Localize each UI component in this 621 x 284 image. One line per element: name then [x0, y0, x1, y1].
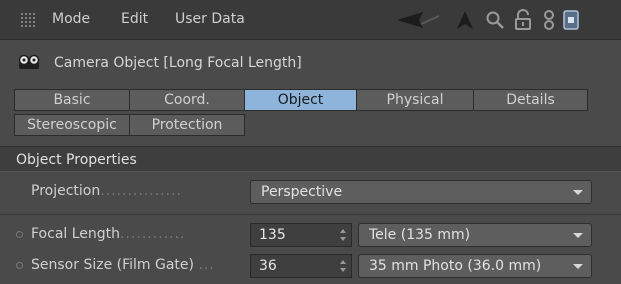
menu-edit[interactable]: Edit	[121, 11, 148, 27]
chevron-down-icon	[573, 190, 583, 195]
stepper-arrows-icon[interactable]	[339, 259, 347, 273]
focal-length-input[interactable]: 135	[250, 223, 352, 247]
projection-label: Projection...............	[31, 183, 182, 199]
focal-length-preset-dropdown[interactable]: Tele (135 mm)	[358, 223, 592, 247]
search-icon[interactable]	[483, 8, 507, 32]
lock-icon[interactable]	[511, 8, 535, 32]
sensor-size-preset-value: 35 mm Photo (36.0 mm)	[369, 258, 542, 274]
animate-radio-icon[interactable]	[16, 262, 23, 269]
tab-protection[interactable]: Protection	[129, 114, 245, 136]
section-title: Object Properties	[16, 152, 137, 168]
animate-radio-icon[interactable]	[16, 231, 23, 238]
sensor-size-preset-dropdown[interactable]: 35 mm Photo (36.0 mm)	[358, 254, 592, 278]
chevron-down-icon	[573, 264, 583, 269]
tab-basic[interactable]: Basic	[14, 89, 130, 111]
tab-coord[interactable]: Coord.	[129, 89, 245, 111]
menu-user-data[interactable]: User Data	[175, 11, 245, 27]
menu-mode[interactable]: Mode	[52, 11, 90, 27]
chevron-down-icon	[573, 233, 583, 238]
projection-value: Perspective	[261, 184, 343, 200]
object-title: Camera Object [Long Focal Length]	[54, 55, 302, 71]
tab-stereoscopic[interactable]: Stereoscopic	[14, 114, 130, 136]
camera-icon	[18, 54, 40, 70]
sensor-size-row: Sensor Size (Film Gate) ... 36 35 mm Pho…	[0, 252, 621, 280]
focal-length-row: Focal Length............ 135 Tele (135 m…	[0, 221, 621, 249]
tab-physical[interactable]: Physical	[356, 89, 474, 111]
divider	[0, 214, 621, 215]
stepper-arrows-icon[interactable]	[339, 228, 347, 242]
new-panel-icon[interactable]	[559, 8, 583, 32]
focal-length-preset-value: Tele (135 mm)	[369, 227, 471, 243]
tab-details[interactable]: Details	[473, 89, 588, 111]
arrow-left-icon[interactable]	[397, 8, 441, 32]
sensor-size-input[interactable]: 36	[250, 254, 352, 278]
object-header: Camera Object [Long Focal Length]	[0, 46, 621, 80]
tab-object[interactable]: Object	[244, 89, 357, 111]
projection-dropdown[interactable]: Perspective	[250, 180, 592, 204]
filter-icon[interactable]	[537, 8, 561, 32]
projection-row: Projection............... Perspective	[0, 178, 621, 206]
grip-icon[interactable]	[20, 12, 36, 28]
toolbar	[387, 8, 617, 32]
menu-bar: Mode Edit User Data	[0, 0, 621, 40]
section-header[interactable]: Object Properties	[0, 146, 621, 172]
focal-length-label: Focal Length............	[31, 226, 186, 242]
sensor-size-label: Sensor Size (Film Gate) ...	[31, 257, 215, 273]
arrow-up-icon[interactable]	[453, 8, 477, 32]
